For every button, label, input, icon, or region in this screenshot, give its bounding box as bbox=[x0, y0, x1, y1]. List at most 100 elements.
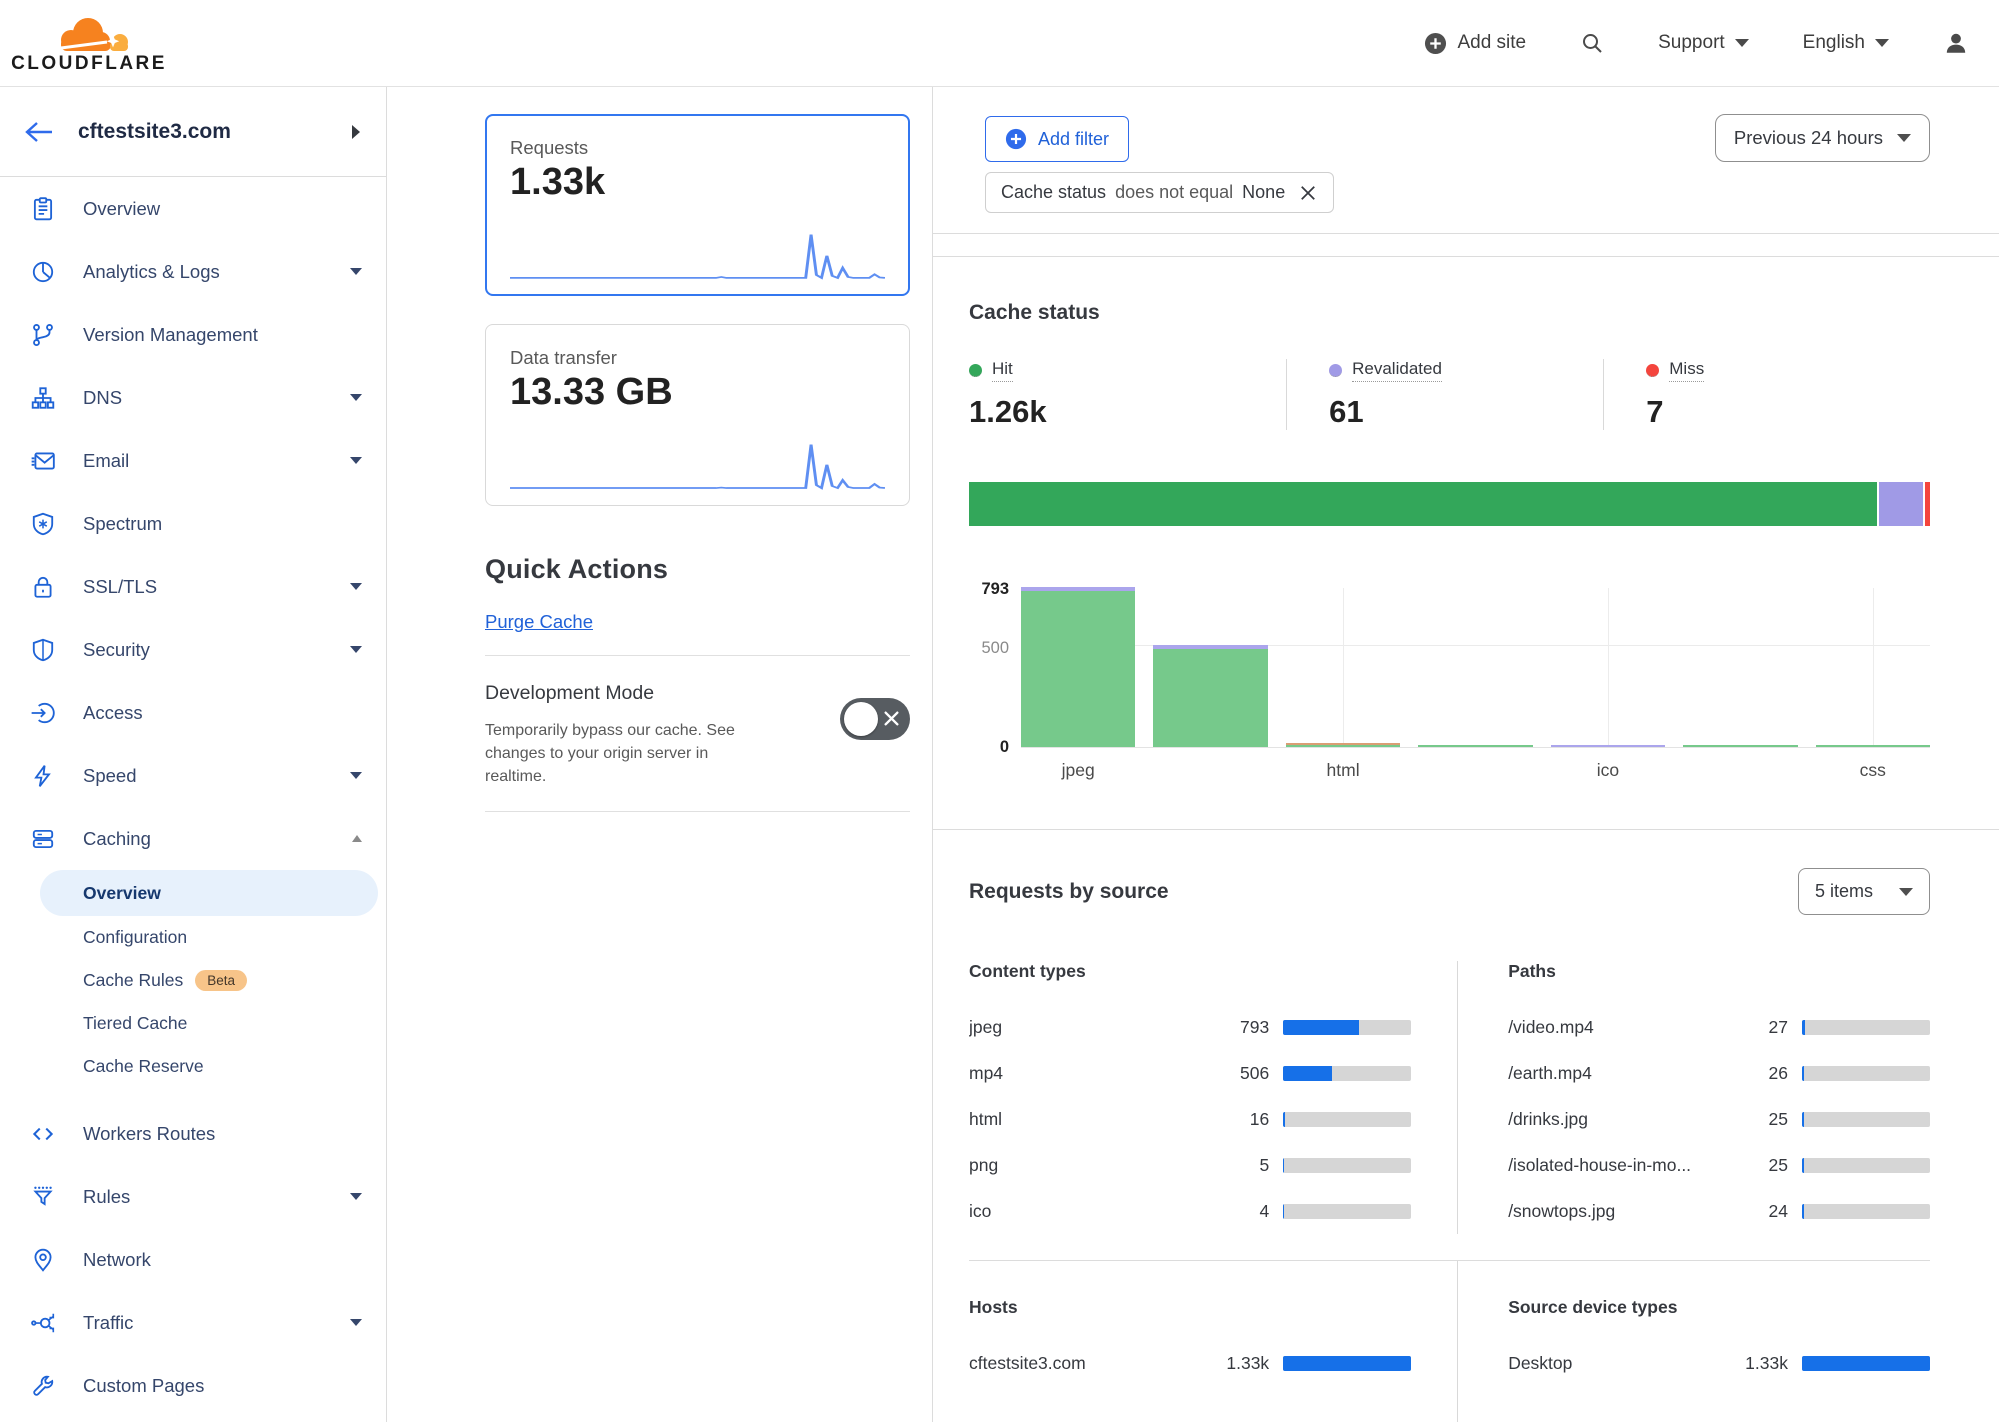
user-icon bbox=[1943, 30, 1969, 56]
content-types-header: Content types bbox=[969, 961, 1411, 982]
sidebar-item-custom-pages[interactable]: Custom Pages bbox=[0, 1354, 386, 1417]
x-tick-label: html bbox=[1286, 760, 1400, 781]
cloudflare-logo[interactable]: CLOUDFLARE bbox=[30, 11, 148, 75]
time-range-select[interactable]: Previous 24 hours bbox=[1715, 114, 1930, 162]
back-arrow-icon[interactable] bbox=[24, 120, 54, 144]
miss-value: 7 bbox=[1646, 394, 1920, 430]
data-transfer-card-value: 13.33 GB bbox=[510, 371, 885, 414]
content-type-row: mp4 506 bbox=[969, 1050, 1411, 1096]
sidebar-subitem-tiered-cache[interactable]: Tiered Cache bbox=[0, 1002, 378, 1045]
revalidated-legend[interactable]: Revalidated bbox=[1329, 359, 1603, 382]
sidebar-item-label: Custom Pages bbox=[83, 1375, 204, 1397]
sidebar-item-overview[interactable]: Overview bbox=[0, 177, 386, 240]
source-device-types-column: Source device types Desktop 1.33k bbox=[1457, 1261, 1930, 1422]
quick-actions-title: Quick Actions bbox=[485, 554, 910, 585]
sidebar-item-traffic[interactable]: Traffic bbox=[0, 1291, 386, 1354]
row-label: /drinks.jpg bbox=[1508, 1109, 1730, 1130]
row-value: 5 bbox=[1211, 1155, 1269, 1176]
hit-value: 1.26k bbox=[969, 394, 1286, 430]
search-icon bbox=[1580, 31, 1604, 55]
sidebar: cftestsite3.com Overview Analytics & Log… bbox=[0, 87, 387, 1422]
row-bar bbox=[1802, 1356, 1930, 1371]
envelope-icon bbox=[30, 448, 56, 474]
row-value: 27 bbox=[1730, 1017, 1788, 1038]
x-tick-label: ico bbox=[1551, 760, 1665, 781]
sidebar-item-analytics-logs[interactable]: Analytics & Logs bbox=[0, 240, 386, 303]
miss-legend[interactable]: Miss bbox=[1646, 359, 1920, 382]
filter-chip-operator: does not equal bbox=[1115, 182, 1233, 203]
requests-metric-card[interactable]: Requests 1.33k bbox=[485, 114, 910, 296]
account-menu[interactable] bbox=[1943, 30, 1969, 56]
row-label: cftestsite3.com bbox=[969, 1353, 1211, 1374]
path-row: /video.mp4 27 bbox=[1508, 1004, 1930, 1050]
development-mode-toggle[interactable] bbox=[840, 698, 910, 740]
purge-cache-link[interactable]: Purge Cache bbox=[485, 611, 593, 633]
chart-y-axis: 793 500 0 bbox=[969, 588, 1021, 748]
beta-badge: Beta bbox=[195, 970, 247, 991]
server-stack-icon bbox=[30, 826, 56, 852]
bar-ico bbox=[1551, 588, 1665, 747]
site-switcher[interactable]: cftestsite3.com bbox=[0, 87, 386, 177]
sidebar-item-ssl-tls[interactable]: SSL/TLS bbox=[0, 555, 386, 618]
content-type-row: png 5 bbox=[969, 1142, 1411, 1188]
filter-chip[interactable]: Cache status does not equal None bbox=[985, 172, 1334, 213]
analytics-pie-icon bbox=[30, 259, 56, 285]
language-menu[interactable]: English bbox=[1803, 32, 1889, 54]
y-tick-max: 793 bbox=[981, 580, 1009, 599]
sidebar-item-label: DNS bbox=[83, 387, 122, 409]
sidebar-item-caching[interactable]: Caching bbox=[0, 807, 386, 870]
support-label: Support bbox=[1658, 32, 1725, 54]
cache-status-title: Cache status bbox=[969, 301, 1930, 325]
plus-circle-icon bbox=[1005, 128, 1027, 150]
chevron-down-icon bbox=[350, 1193, 362, 1200]
sidebar-item-security[interactable]: Security bbox=[0, 618, 386, 681]
sidebar-item-speed[interactable]: Speed bbox=[0, 744, 386, 807]
hit-legend[interactable]: Hit bbox=[969, 359, 1286, 382]
chevron-down-icon bbox=[350, 1319, 362, 1326]
sidebar-subitem-caching-overview[interactable]: Overview bbox=[40, 870, 378, 916]
row-bar bbox=[1802, 1066, 1930, 1081]
support-menu[interactable]: Support bbox=[1658, 32, 1749, 54]
row-label: ico bbox=[969, 1201, 1211, 1222]
filter-chip-field: Cache status bbox=[1001, 182, 1106, 203]
sidebar-item-spectrum[interactable]: Spectrum bbox=[0, 492, 386, 555]
miss-dot-icon bbox=[1646, 364, 1659, 377]
sidebar-item-label: Security bbox=[83, 639, 150, 661]
cache-status-stacked-bar bbox=[969, 482, 1930, 526]
top-header: CLOUDFLARE Add site Support English bbox=[0, 0, 1999, 86]
remove-filter-icon[interactable] bbox=[1298, 183, 1318, 203]
row-value: 16 bbox=[1211, 1109, 1269, 1130]
sidebar-item-access[interactable]: Access bbox=[0, 681, 386, 744]
row-label: Desktop bbox=[1508, 1353, 1730, 1374]
sidebar-subitem-cache-reserve[interactable]: Cache Reserve bbox=[0, 1045, 378, 1088]
requests-by-source-section: Requests by source 5 items Content types… bbox=[933, 829, 1999, 1422]
row-value: 25 bbox=[1730, 1109, 1788, 1130]
row-label: /earth.mp4 bbox=[1508, 1063, 1730, 1084]
bar-jpeg bbox=[1021, 588, 1135, 747]
x-tick-label: css bbox=[1816, 760, 1930, 781]
add-site-button[interactable]: Add site bbox=[1424, 32, 1526, 55]
sidebar-item-label: Speed bbox=[83, 765, 137, 787]
sidebar-item-rules[interactable]: Rules bbox=[0, 1165, 386, 1228]
revalidated-dot-icon bbox=[1329, 364, 1342, 377]
sidebar-item-email[interactable]: Email bbox=[0, 429, 386, 492]
x-tick-label bbox=[1683, 760, 1797, 781]
sidebar-item-network[interactable]: Network bbox=[0, 1228, 386, 1291]
chevron-right-icon[interactable] bbox=[352, 125, 360, 139]
source-device-types-header: Source device types bbox=[1508, 1297, 1930, 1318]
time-range-label: Previous 24 hours bbox=[1734, 127, 1883, 149]
sidebar-subitem-configuration[interactable]: Configuration bbox=[0, 916, 378, 959]
add-filter-button[interactable]: Add filter bbox=[985, 116, 1129, 162]
sidebar-item-workers-routes[interactable]: Workers Routes bbox=[0, 1102, 386, 1165]
sidebar-item-version-management[interactable]: Version Management bbox=[0, 303, 386, 366]
bar-unlabeled bbox=[1153, 588, 1267, 747]
data-transfer-metric-card[interactable]: Data transfer 13.33 GB bbox=[485, 324, 910, 506]
row-value: 1.33k bbox=[1211, 1353, 1269, 1374]
sidebar-subitem-cache-rules[interactable]: Cache Rules Beta bbox=[0, 959, 378, 1002]
items-count-select[interactable]: 5 items bbox=[1798, 868, 1930, 915]
search-button[interactable] bbox=[1580, 31, 1604, 55]
sidebar-item-dns[interactable]: DNS bbox=[0, 366, 386, 429]
funnel-icon bbox=[30, 1184, 56, 1210]
requests-card-value: 1.33k bbox=[510, 161, 885, 204]
row-label: /snowtops.jpg bbox=[1508, 1201, 1730, 1222]
